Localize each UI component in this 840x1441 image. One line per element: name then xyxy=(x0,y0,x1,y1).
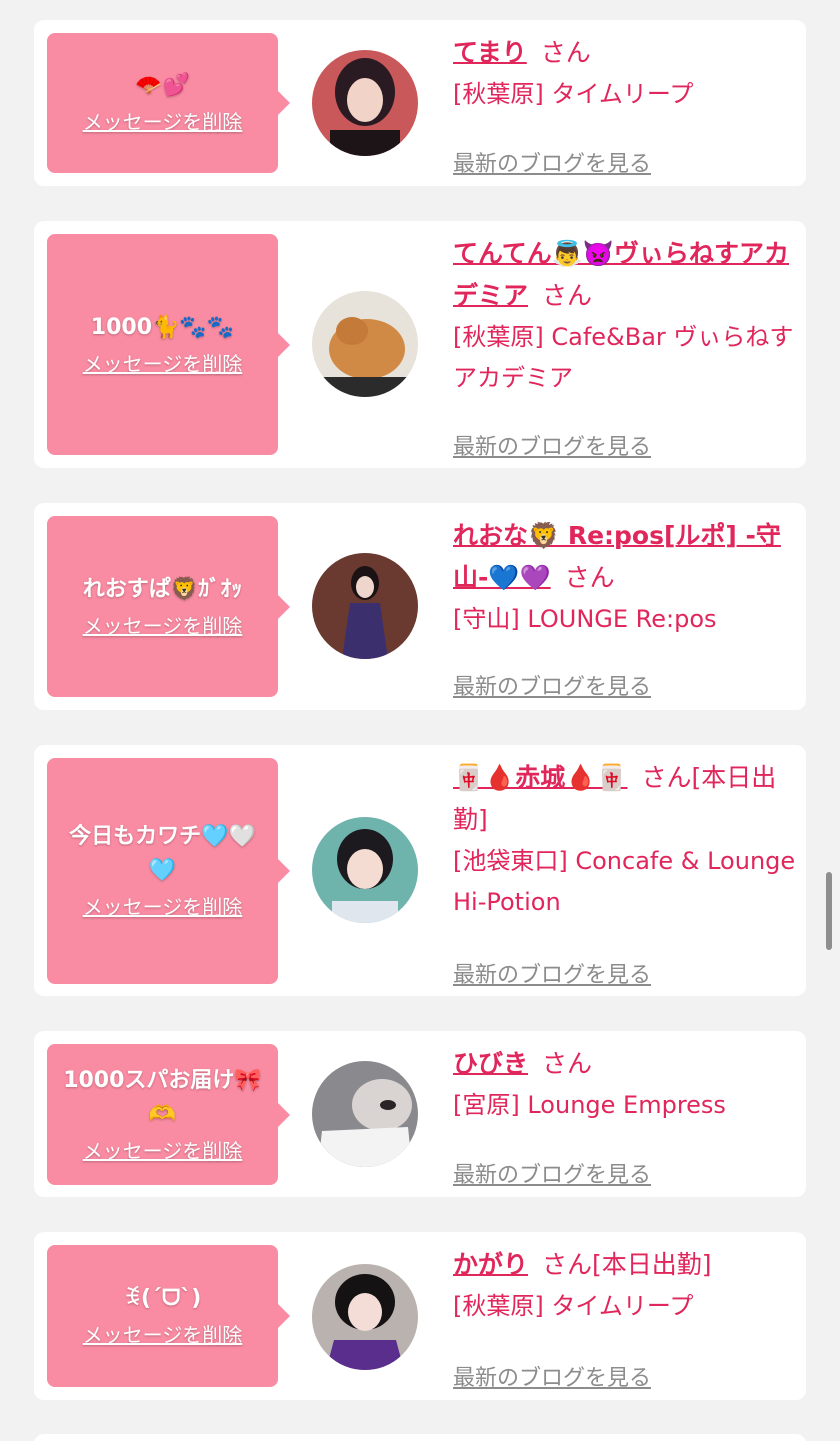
delete-message-link[interactable]: メッセージを削除 xyxy=(83,892,243,922)
favorite-card: れおすぱ🦁ｶﾞｵｯ メッセージを削除 れおな🦁 Re:pos[ルポ] -守山-💙… xyxy=(34,503,806,710)
avatar[interactable] xyxy=(312,1264,418,1370)
latest-blog-link[interactable]: 最新のブログを見る xyxy=(453,1362,651,1396)
shop-name: [池袋東口] Concafe & Lounge Hi-Potion xyxy=(453,847,796,916)
honorific: さん[本日出勤] xyxy=(542,1250,712,1279)
cast-info: ひびき さん [宮原] Lounge Empress 最新のブログを見る xyxy=(453,1043,796,1188)
shop-name: [秋葉原] Cafe&Bar ヴぃらねすアカデミア xyxy=(453,323,794,392)
cast-name-link[interactable]: かがり xyxy=(453,1250,528,1279)
favorite-card: 🪭💕 メッセージを削除 てまり さん [秋葉原] タイムリープ 最新のブログを見る xyxy=(34,20,806,186)
message-text: 今日もカワチ🩵🤍🩵 xyxy=(69,824,256,883)
cast-name-link[interactable]: 🀄🩸赤城🩸🀄 xyxy=(453,763,628,792)
cast-info: 🀄🩸赤城🩸🀄 さん[本日出勤] [池袋東口] Concafe & Lounge H… xyxy=(453,757,796,988)
favorite-card-partial xyxy=(34,1434,806,1441)
favorites-list: 🪭💕 メッセージを削除 てまり さん [秋葉原] タイムリープ 最新のブログを見る… xyxy=(0,0,840,1441)
cast-info: かがり さん[本日出勤] [秋葉原] タイムリープ 最新のブログを見る xyxy=(453,1244,796,1391)
avatar[interactable] xyxy=(312,1061,418,1167)
shop-name: [守山] LOUNGE Re:pos xyxy=(453,605,717,633)
message-bubble: ꉂ(ˊᗜˋ) メッセージを削除 xyxy=(47,1245,290,1387)
message-bubble: 今日もカワチ🩵🤍🩵 メッセージを削除 xyxy=(47,758,290,984)
latest-blog-link[interactable]: 最新のブログを見る xyxy=(453,959,651,993)
shop-name: [秋葉原] タイムリープ xyxy=(453,1292,694,1320)
message-bubble: 🪭💕 メッセージを削除 xyxy=(47,33,290,173)
message-text: 1000🐈🐾🐾 xyxy=(90,314,235,340)
latest-blog-link[interactable]: 最新のブログを見る xyxy=(453,1159,651,1193)
message-bubble: れおすぱ🦁ｶﾞｵｯ メッセージを削除 xyxy=(47,516,290,697)
favorite-card: 1000スパお届け🎀🫶 メッセージを削除 ひびき さん [宮原] Lounge E… xyxy=(34,1031,806,1197)
cast-info: れおな🦁 Re:pos[ルポ] -守山-💙💜 さん [守山] LOUNGE Re:… xyxy=(453,515,796,700)
delete-message-link[interactable]: メッセージを削除 xyxy=(83,1320,243,1350)
shop-name: [宮原] Lounge Empress xyxy=(453,1091,726,1119)
message-text: れおすぱ🦁ｶﾞｵｯ xyxy=(82,576,243,602)
message-text: 1000スパお届け🎀🫶 xyxy=(63,1067,262,1127)
delete-message-link[interactable]: メッセージを削除 xyxy=(83,1136,243,1166)
honorific: さん xyxy=(564,563,615,592)
favorite-card: ꉂ(ˊᗜˋ) メッセージを削除 かがり さん[本日出勤] [秋葉原] タイムリープ… xyxy=(34,1232,806,1400)
cast-name-link[interactable]: れおな🦁 Re:pos[ルポ] -守山-💙💜 xyxy=(453,521,781,592)
favorite-card: 今日もカワチ🩵🤍🩵 メッセージを削除 🀄🩸赤城🩸🀄 さん[本日出勤] [池袋東口]… xyxy=(34,745,806,996)
cast-name-link[interactable]: てまり xyxy=(453,38,527,67)
message-text: 🪭💕 xyxy=(135,73,190,98)
cast-info: てまり さん [秋葉原] タイムリープ 最新のブログを見る xyxy=(453,32,796,177)
avatar[interactable] xyxy=(312,50,418,156)
delete-message-link[interactable]: メッセージを削除 xyxy=(83,107,243,137)
honorific: さん xyxy=(542,281,593,310)
honorific: さん xyxy=(542,1049,593,1078)
message-bubble: 1000🐈🐾🐾 メッセージを削除 xyxy=(47,234,290,455)
delete-message-link[interactable]: メッセージを削除 xyxy=(83,349,243,379)
latest-blog-link[interactable]: 最新のブログを見る xyxy=(453,431,651,465)
latest-blog-link[interactable]: 最新のブログを見る xyxy=(453,671,651,705)
shop-name: [秋葉原] タイムリープ xyxy=(453,80,694,108)
avatar[interactable] xyxy=(312,291,418,397)
message-text: ꉂ(ˊᗜˋ) xyxy=(123,1286,202,1311)
favorite-card: 1000🐈🐾🐾 メッセージを削除 てんてん👼👿ヴぃらねすアカデミア さん [秋葉原… xyxy=(34,221,806,468)
avatar[interactable] xyxy=(312,553,418,659)
scrollbar[interactable] xyxy=(826,872,832,950)
delete-message-link[interactable]: メッセージを削除 xyxy=(83,611,243,641)
cast-name-link[interactable]: ひびき xyxy=(453,1049,528,1078)
message-bubble: 1000スパお届け🎀🫶 メッセージを削除 xyxy=(47,1044,290,1185)
cast-info: てんてん👼👿ヴぃらねすアカデミア さん [秋葉原] Cafe&Bar ヴぃらねすア… xyxy=(453,233,796,460)
avatar[interactable] xyxy=(312,817,418,923)
honorific: さん xyxy=(540,38,591,67)
latest-blog-link[interactable]: 最新のブログを見る xyxy=(453,148,651,182)
cast-name-link[interactable]: てんてん👼👿ヴぃらねすアカデミア xyxy=(453,239,789,310)
